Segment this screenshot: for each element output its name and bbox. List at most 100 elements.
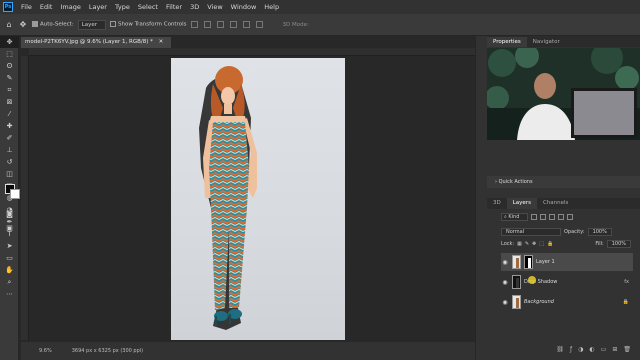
lock-label: Lock: [501,241,515,247]
layer-mask-thumbnail[interactable] [524,255,533,269]
blend-mode-dropdown[interactable]: Normal [501,228,561,236]
tab-layers[interactable]: Layers [506,198,537,209]
document-canvas[interactable] [171,58,345,340]
filter-smart-icon[interactable] [567,214,574,220]
new-layer-icon[interactable]: ⊞ [612,346,617,353]
add-mask-icon[interactable]: ◑ [578,346,583,353]
rectangle-tool-icon[interactable]: ▭ [0,252,19,264]
menu-file[interactable]: File [17,3,36,11]
filter-type-icon[interactable] [549,214,556,220]
zoom-level[interactable]: 9.6% [39,348,52,354]
menu-help[interactable]: Help [260,3,283,11]
lasso-tool-icon[interactable]: ʘ [0,60,19,72]
webcam-image [487,48,640,140]
tab-properties[interactable]: Properties [487,36,527,47]
menu-layer[interactable]: Layer [85,3,111,11]
delete-layer-icon[interactable]: 🗑 [623,346,631,353]
mouse-cursor-highlight [528,276,536,284]
eraser-tool-icon[interactable]: ◫ [0,168,19,180]
clone-stamp-icon[interactable]: ⊥ [0,144,19,156]
visibility-eye-icon[interactable]: ◉ [501,299,509,306]
healing-brush-icon[interactable]: ✚ [0,120,19,132]
crop-tool-icon[interactable]: ⌗ [0,84,19,96]
photoshop-logo-icon: Ps [3,2,13,12]
layer-row-layer-1[interactable]: ◉ Layer 1 [501,253,633,271]
horizontal-ruler [29,48,475,56]
document-tab-title: model-P2TK6YV.jpg @ 9.6% (Layer 1, RGB/8… [25,39,153,45]
quick-actions-header[interactable]: › Quick Actions [487,176,640,188]
3d-mode-label: 3D Mode: [282,21,309,28]
align-left-icon[interactable] [191,21,199,28]
frame-tool-icon[interactable]: ⊠ [0,96,19,108]
properties-tabs: Properties Navigator [487,36,640,47]
show-transform-checkbox[interactable]: Show Transform Controls [110,21,186,28]
lock-paint-icon[interactable]: ✎ [525,241,529,247]
zoom-tool-icon[interactable]: ⌕ [0,276,19,288]
auto-select-label: Auto-Select: [40,21,74,28]
menu-view[interactable]: View [203,3,226,11]
align-center-icon[interactable] [204,21,212,28]
auto-select-checkbox[interactable]: Auto-Select: [32,21,74,28]
history-brush-icon[interactable]: ↺ [0,156,19,168]
menu-edit[interactable]: Edit [36,3,57,11]
quick-select-tool-icon[interactable]: ✎ [0,72,19,84]
background-color-swatch[interactable] [10,189,20,199]
tab-navigator[interactable]: Navigator [527,37,566,47]
link-layers-icon[interactable]: ⛓ [556,346,564,353]
filter-adjustment-icon[interactable] [540,214,547,220]
align-top-icon[interactable] [230,21,238,28]
path-select-icon[interactable]: ➤ [0,240,19,252]
lock-all-icon[interactable]: 🔒 [547,241,553,247]
close-tab-icon[interactable]: ✕ [159,39,164,45]
filter-shape-icon[interactable] [558,214,565,220]
filter-pixel-icon[interactable] [531,214,538,220]
options-bar: ⌂ ✥ Auto-Select: Layer Show Transform Co… [0,14,640,36]
screen-mode-icon[interactable]: ▣ [0,222,19,234]
layer-thumbnail [512,255,521,269]
status-bar: 9.6% 3694 px x 6325 px (300 ppi) [21,342,475,360]
menu-window[interactable]: Window [227,3,261,11]
marquee-tool-icon[interactable]: ⬚ [0,48,19,60]
auto-select-dropdown[interactable]: Layer [77,19,107,30]
visibility-eye-icon[interactable]: ◉ [501,259,509,266]
quick-mask-icon[interactable]: ◙ [0,208,19,220]
layer-row-background[interactable]: ◉ Background 🔒 [501,293,633,311]
document-dimensions: 3694 px x 6325 px (300 ppi) [71,348,144,354]
layer-fx-badge[interactable]: fx [624,279,629,285]
eyedropper-tool-icon[interactable]: ⁄ [0,108,19,120]
lock-pixels-icon[interactable]: ▦ [517,241,522,247]
opacity-input[interactable]: 100% [587,228,612,236]
move-tool-icon[interactable]: ✥ [0,36,19,48]
fill-input[interactable]: 100% [606,240,631,248]
kind-filter-dropdown[interactable]: ⌕ Kind [501,213,529,221]
more-tools-icon[interactable]: ⋯ [0,288,19,300]
new-group-icon[interactable]: ▭ [601,346,607,353]
lock-position-icon[interactable]: ✥ [532,241,536,247]
document-tab[interactable]: model-P2TK6YV.jpg @ 9.6% (Layer 1, RGB/8… [21,37,171,48]
menu-3d[interactable]: 3D [186,3,203,11]
add-style-icon[interactable]: ƒ [570,346,572,353]
tab-3d[interactable]: 3D [487,198,507,209]
menu-filter[interactable]: Filter [162,3,186,11]
align-middle-icon[interactable] [243,21,251,28]
hand-tool-icon[interactable]: ✋ [0,264,19,276]
canvas-area[interactable] [29,56,475,340]
home-icon[interactable]: ⌂ [4,20,14,30]
layer-name: Background [524,299,554,305]
menu-select[interactable]: Select [134,3,162,11]
menu-image[interactable]: Image [56,3,84,11]
tab-channels[interactable]: Channels [537,198,574,209]
layer-row-drop-shadow[interactable]: ◉ Drop Shadow fx [501,273,633,291]
align-right-icon[interactable] [217,21,225,28]
adjustment-layer-icon[interactable]: ◐ [589,346,594,353]
vertical-ruler [21,56,29,340]
layers-bottom-bar: ⛓ ƒ ◑ ◐ ▭ ⊞ 🗑 [501,344,631,354]
menu-type[interactable]: Type [111,3,134,11]
lock-artboard-icon[interactable]: ⬚ [539,241,544,247]
transform-label: Show Transform Controls [118,21,187,28]
move-tool-icon[interactable]: ✥ [18,20,28,30]
align-bottom-icon[interactable] [256,21,264,28]
brush-tool-icon[interactable]: ✐ [0,132,19,144]
collapsed-panels-strip[interactable] [475,36,487,360]
visibility-eye-icon[interactable]: ◉ [501,279,509,286]
